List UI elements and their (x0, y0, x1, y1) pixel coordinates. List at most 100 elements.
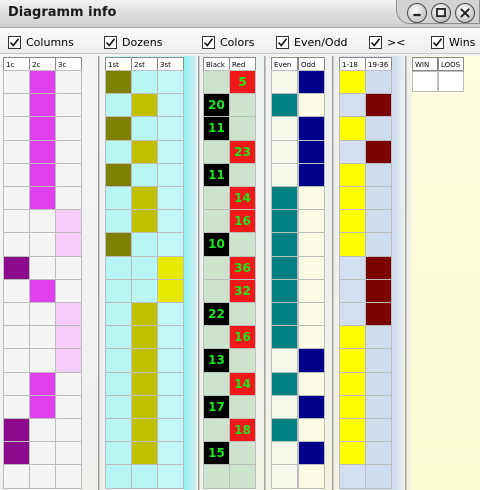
columns-cell (29, 255, 56, 280)
range-checkbox[interactable] (369, 35, 382, 49)
range-cell (339, 441, 366, 466)
range-cell (339, 162, 366, 187)
range-cell (365, 278, 392, 303)
colors-red-cell: 14 (229, 186, 256, 211)
group-divider (332, 56, 334, 490)
wins-cell (412, 71, 438, 92)
group-divider (98, 56, 100, 490)
roulette-number: 5 (238, 75, 247, 90)
wins-label: Wins (449, 35, 476, 49)
range-cell (339, 464, 366, 489)
close-button[interactable] (455, 3, 475, 23)
dozens-cell (131, 186, 158, 211)
columns-cell (29, 325, 56, 350)
columns-label: Columns (26, 35, 74, 49)
close-icon (460, 8, 470, 18)
roulette-number: 16 (234, 214, 251, 229)
dozens-cell (157, 139, 184, 164)
evenodd-cell (298, 441, 325, 466)
range-cell (365, 232, 392, 257)
columns-cell (3, 116, 30, 141)
evenodd-cell (298, 418, 325, 443)
minimize-button[interactable] (407, 3, 427, 23)
colors-checkbox[interactable] (202, 35, 215, 49)
even-odd-checkbox[interactable] (276, 35, 289, 49)
columns-cell (29, 441, 56, 466)
columns-cell (3, 348, 30, 373)
columns-cell (55, 162, 82, 187)
dozens-cell (105, 232, 132, 257)
colors-red-cell: 14 (229, 371, 256, 396)
dozens-cell (131, 209, 158, 234)
dozens-cell (105, 348, 132, 373)
wins-option[interactable]: Wins (431, 34, 475, 50)
evenodd-header-even: Even (271, 57, 298, 71)
colors-black-cell (203, 464, 230, 489)
dozens-checkbox[interactable] (104, 35, 117, 49)
colors-black-cell: 11 (203, 116, 230, 141)
evenodd-cell (298, 278, 325, 303)
columns-cell (55, 325, 82, 350)
columns-header-2c: 2c (29, 57, 56, 71)
columns-cell (29, 464, 56, 489)
colors-red-cell (229, 394, 256, 419)
columns-cell (3, 302, 30, 327)
colors-option[interactable]: Colors (202, 34, 254, 50)
columns-cell (3, 186, 30, 211)
even-odd-option[interactable]: Even/Odd (276, 34, 348, 50)
columns-cell (55, 418, 82, 443)
dozens-cell (157, 394, 184, 419)
dozens-cell (105, 464, 132, 489)
roulette-number: 15 (208, 446, 225, 461)
range-cell (339, 116, 366, 141)
range-cell (339, 418, 366, 443)
dozens-cell (131, 255, 158, 280)
colors-black-cell (203, 278, 230, 303)
wins-checkbox[interactable] (431, 35, 444, 49)
evenodd-cell (271, 302, 298, 327)
columns-cell (3, 255, 30, 280)
dozens-option[interactable]: Dozens (104, 34, 162, 50)
columns-cell (55, 278, 82, 303)
range-cell (365, 93, 392, 118)
columns-option[interactable]: Columns (8, 34, 74, 50)
dozens-cell (131, 464, 158, 489)
dozens-cell (105, 186, 132, 211)
evenodd-cell (298, 139, 325, 164)
evenodd-cell (298, 394, 325, 419)
colors-red-cell (229, 93, 256, 118)
evenodd-cell (298, 209, 325, 234)
dozens-cell (131, 418, 158, 443)
dozens-cell (131, 70, 158, 95)
columns-cell (55, 371, 82, 396)
colors-black-cell (203, 255, 230, 280)
colors-red-cell: 18 (229, 418, 256, 443)
dozens-cell (131, 116, 158, 141)
dozens-cell (157, 371, 184, 396)
columns-cell (55, 464, 82, 489)
maximize-button[interactable] (431, 3, 451, 23)
range-option[interactable]: >< (369, 34, 405, 50)
colors-black-cell: 17 (203, 394, 230, 419)
dozens-cell (131, 139, 158, 164)
range-cell (365, 464, 392, 489)
columns-checkbox[interactable] (8, 35, 21, 49)
checkmark-icon (277, 37, 288, 47)
columns-cell (29, 209, 56, 234)
dozens-cell (105, 162, 132, 187)
columns-cell (3, 394, 30, 419)
dozens-edge (184, 56, 196, 490)
dozens-cell (157, 325, 184, 350)
columns-cell (3, 371, 30, 396)
title-bar[interactable]: Diagramm info (0, 0, 480, 28)
colors-black-cell (203, 70, 230, 95)
columns-cell (55, 139, 82, 164)
dozens-cell (131, 325, 158, 350)
range-label: >< (387, 35, 406, 49)
colors-header-black: Black (203, 57, 230, 71)
checkmark-icon (105, 37, 116, 47)
columns-cell (29, 139, 56, 164)
wins-header-win: WIN (412, 57, 438, 71)
range-cell (365, 139, 392, 164)
columns-cell (3, 93, 30, 118)
